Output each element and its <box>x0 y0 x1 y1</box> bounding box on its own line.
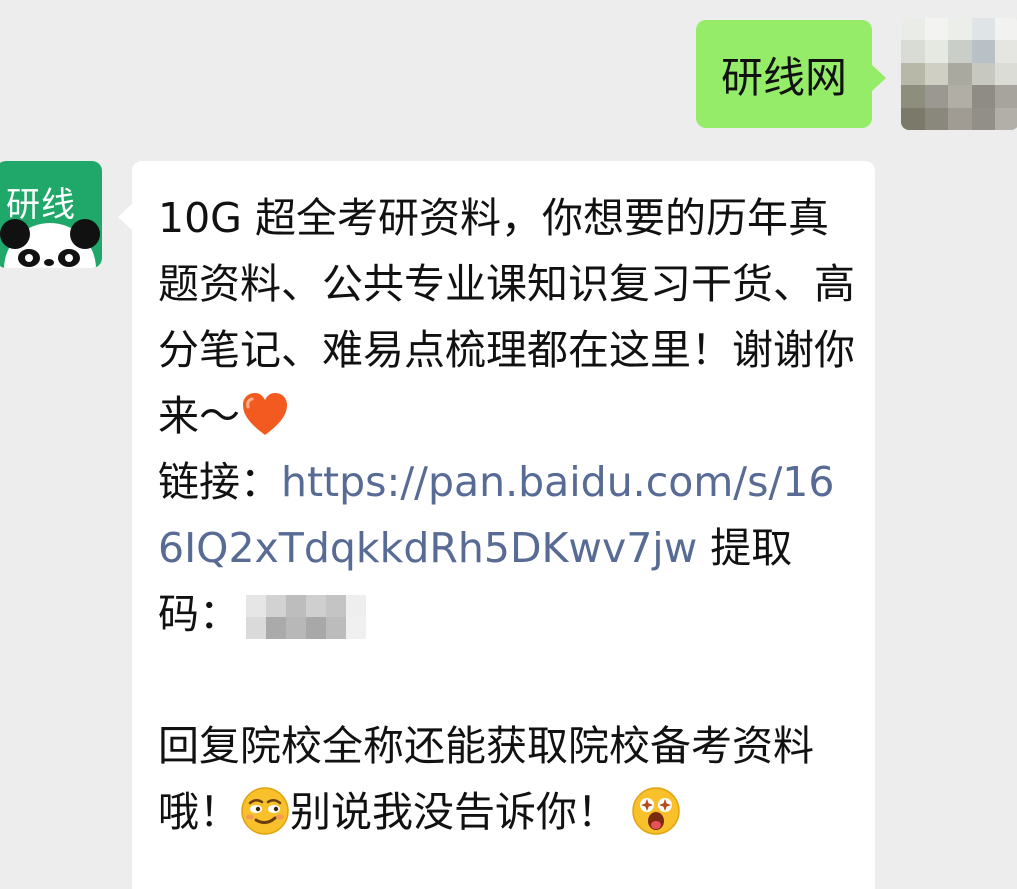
incoming-message-text: 10G 超全考研资料，你想要的历年真题资料、公共专业课知识复习干货、高分笔记、难… <box>158 185 855 845</box>
panda-nose <box>44 259 54 266</box>
smirk-emoji-icon <box>240 786 290 836</box>
panda-eye-left <box>18 249 40 267</box>
panda-ear-right <box>70 219 100 249</box>
incoming-message-bubble[interactable]: 10G 超全考研资料，你想要的历年真题资料、公共专业课知识复习干货、高分笔记、难… <box>132 161 875 889</box>
self-avatar[interactable] <box>901 18 1017 130</box>
outgoing-message-text: 研线网 <box>720 52 847 102</box>
panda-eye-right <box>58 249 80 267</box>
outgoing-message-bubble[interactable]: 研线网 <box>695 20 872 128</box>
sender-avatar[interactable]: 研线 <box>0 161 102 268</box>
outgoing-bubble-tail <box>871 64 886 92</box>
message-paragraph-2b: 别说我没告诉你！ <box>290 788 618 836</box>
heart-emoji-icon <box>240 390 290 440</box>
panda-ear-left <box>0 219 30 249</box>
chat-area: 研线网 研线 10G 超全考研资料，你想要的历年真题资料、公共专业课知识复习干货… <box>0 0 1017 889</box>
link-label: 链接： <box>158 458 281 506</box>
incoming-bubble-tail <box>118 203 133 231</box>
outgoing-message-row: 研线网 <box>617 18 1017 130</box>
extraction-code-redacted <box>246 595 366 639</box>
star-eyes-emoji-icon <box>631 786 681 836</box>
